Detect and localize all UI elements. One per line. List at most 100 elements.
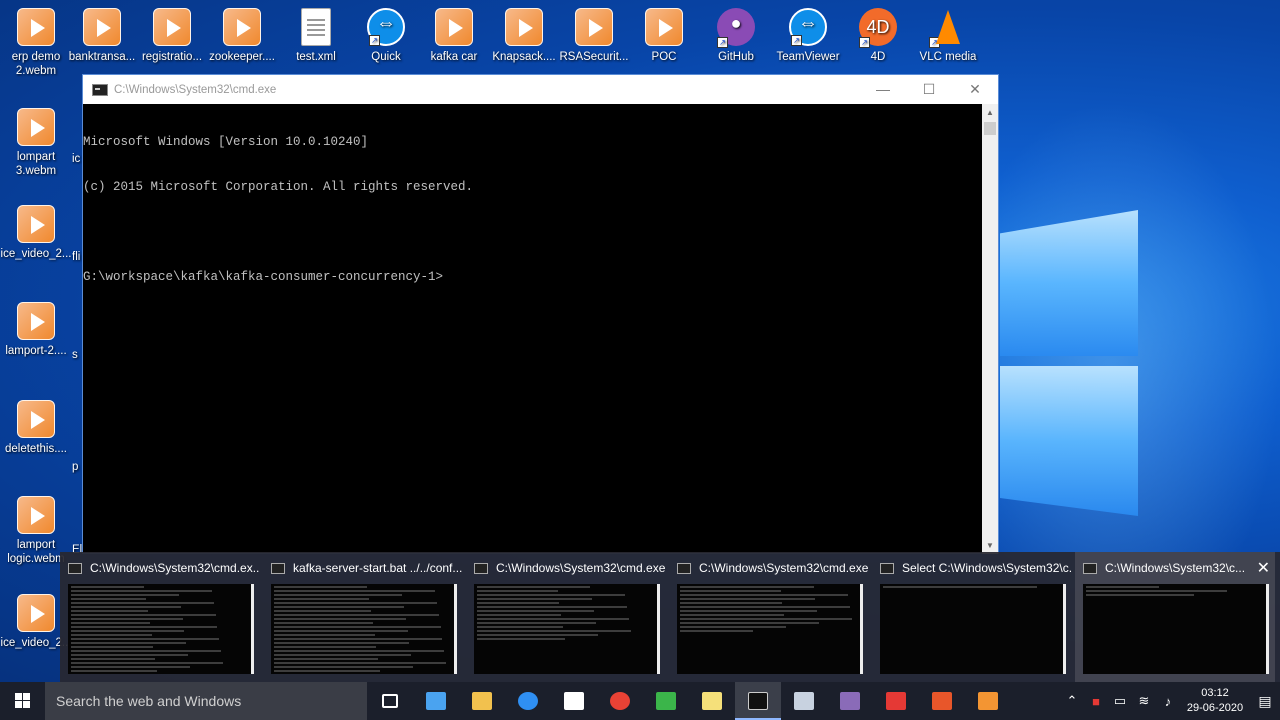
- presentation-app-taskbar-button[interactable]: [919, 682, 965, 720]
- vlc-icon: [575, 8, 613, 46]
- edge-taskbar-button[interactable]: [505, 682, 551, 720]
- tool-app-icon: [840, 692, 860, 710]
- file-explorer-taskbar-button[interactable]: [459, 682, 505, 720]
- cmd-icon: [68, 562, 82, 574]
- git-icon: ↗: [717, 8, 755, 48]
- desktop-icon[interactable]: Knapsack....: [488, 8, 560, 64]
- scroll-up-arrow-icon[interactable]: ▲: [982, 104, 998, 121]
- thumbnail-preview: [677, 584, 863, 674]
- console-output[interactable]: Microsoft Windows [Version 10.0.10240] (…: [83, 104, 983, 554]
- desktop-icon-label: zookeeper....: [209, 51, 275, 63]
- desktop-icon[interactable]: test.xml: [280, 8, 352, 64]
- desktop-icon[interactable]: ↗ VLC media: [912, 8, 984, 64]
- thumbnail-title: C:\Windows\System32\cmd.exe: [496, 561, 666, 575]
- chart-app-taskbar-button[interactable]: [643, 682, 689, 720]
- maximize-button[interactable]: ☐: [906, 75, 952, 104]
- desktop-icon[interactable]: banktransa...: [66, 8, 138, 64]
- window-thumbnail[interactable]: C:\Windows\System32\cmd.exe: [466, 552, 666, 682]
- thumbnail-preview: [474, 584, 660, 674]
- tv-icon: ↗: [367, 8, 405, 46]
- window-thumbnail[interactable]: C:\Windows\System32\cmd.ex...: [60, 552, 260, 682]
- vlc-video-icon: [17, 302, 55, 340]
- desktop-icon[interactable]: 4D ↗ 4D: [842, 8, 914, 64]
- vlc-video-icon: [17, 594, 55, 632]
- scroll-thumb[interactable]: [984, 122, 996, 135]
- date-text: 29-06-2020: [1186, 702, 1244, 714]
- store-window-taskbar-button[interactable]: [413, 682, 459, 720]
- desktop-icon-label: banktransa...: [68, 51, 136, 63]
- desktop-icon[interactable]: ↗ Quick: [350, 8, 422, 64]
- cmd-icon: [92, 83, 108, 96]
- task-view-icon: [382, 694, 398, 708]
- tool-app-taskbar-button[interactable]: [827, 682, 873, 720]
- window-thumbnail[interactable]: C:\Windows\System32\cmd.exe: [669, 552, 869, 682]
- thumbnail-header: C:\Windows\System32\c...: [1075, 552, 1275, 584]
- cmd-titlebar[interactable]: C:\Windows\System32\cmd.exe — ☐ ✕: [83, 75, 998, 104]
- desktop-icon-label: POC: [651, 51, 677, 63]
- folder-app-taskbar-button[interactable]: [689, 682, 735, 720]
- store-taskbar-button[interactable]: [551, 682, 597, 720]
- vlc-icon: [83, 8, 121, 46]
- desktop-icon-label: TeamViewer: [776, 51, 840, 63]
- minimize-button[interactable]: —: [860, 75, 906, 104]
- cmd-taskbar-button[interactable]: [735, 682, 781, 720]
- time-text: 03:12: [1201, 687, 1229, 699]
- volume-icon[interactable]: ♪: [1156, 694, 1180, 709]
- search-input[interactable]: Search the web and Windows: [45, 682, 367, 720]
- acrobat-icon: [886, 692, 906, 710]
- desktop-icon[interactable]: kafka car: [418, 8, 490, 64]
- acrobat-taskbar-button[interactable]: [873, 682, 919, 720]
- task-view-taskbar-button[interactable]: [367, 682, 413, 720]
- desktop-icon[interactable]: zookeeper....: [206, 8, 278, 64]
- window-thumbnail[interactable]: kafka-server-start.bat ../../conf...: [263, 552, 463, 682]
- notification-icon[interactable]: ▤: [1250, 693, 1280, 710]
- desktop-icon-label: Quick: [371, 51, 401, 63]
- desktop-icon[interactable]: erp demo 2.webm: [0, 8, 72, 78]
- vlc-video-icon: [17, 205, 55, 243]
- thumbnail-title: Select C:\Windows\System32\c...: [902, 561, 1072, 575]
- chrome-taskbar-button[interactable]: [597, 682, 643, 720]
- wifi-icon[interactable]: ≋: [1132, 693, 1156, 709]
- console-line: Microsoft Windows [Version 10.0.10240]: [83, 135, 369, 149]
- start-button[interactable]: [0, 682, 45, 720]
- vlc-video-icon: [17, 496, 55, 534]
- close-icon[interactable]: ✕: [1257, 558, 1270, 578]
- desktop-icon[interactable]: RSASecurit...: [558, 8, 630, 64]
- desktop-icon[interactable]: registratio...: [136, 8, 208, 64]
- vlc-icon: [435, 8, 473, 46]
- cmd-window[interactable]: C:\Windows\System32\cmd.exe — ☐ ✕ Micros…: [82, 74, 999, 554]
- desktop-icon[interactable]: ice_video_2...: [0, 205, 72, 261]
- desktop-icon[interactable]: lompart 3.webm: [0, 108, 72, 178]
- taskbar-thumbnail-strip: C:\Windows\System32\cmd.ex... kafka-serve…: [60, 552, 1280, 682]
- vlc-video-icon: [17, 108, 55, 146]
- tray-app-icon[interactable]: ■: [1084, 694, 1108, 709]
- doc-icon: [301, 8, 331, 46]
- window-thumbnail[interactable]: C:\Windows\System32\c...: [1075, 552, 1275, 682]
- chevron-up-icon[interactable]: ⌃: [1060, 693, 1084, 709]
- desktop-icon-label: lamport-2....: [5, 345, 67, 357]
- desktop-icon[interactable]: ↗ GitHub: [700, 8, 772, 64]
- desktop-icon[interactable]: POC: [628, 8, 700, 64]
- desktop-icon-label: deletethis....: [4, 443, 67, 455]
- desktop-icon[interactable]: deletethis....: [0, 400, 72, 456]
- desktop-icon[interactable]: ↗ TeamViewer: [772, 8, 844, 64]
- vlc-app-taskbar-button[interactable]: [965, 682, 1011, 720]
- vlc-icon: [645, 8, 683, 46]
- battery-icon[interactable]: ▭: [1108, 693, 1132, 709]
- cmd-icon: [1083, 562, 1097, 574]
- shortcut-arrow-icon: ↗: [929, 37, 940, 48]
- cone-icon: ↗: [929, 8, 967, 48]
- notes-app-taskbar-button[interactable]: [781, 682, 827, 720]
- window-thumbnail[interactable]: Select C:\Windows\System32\c...: [872, 552, 1072, 682]
- clock[interactable]: 03:12 29-06-2020: [1180, 686, 1250, 716]
- file-explorer-icon: [472, 692, 492, 710]
- folder-app-icon: [702, 692, 722, 710]
- vertical-scrollbar[interactable]: ▲ ▼: [982, 104, 998, 554]
- desktop-icon-label: ice_video_2...: [0, 248, 72, 260]
- windows-logo-graphic: [1000, 210, 1280, 540]
- desktop-icon[interactable]: lamport-2....: [0, 302, 72, 358]
- console-line: (c) 2015 Microsoft Corporation. All righ…: [83, 180, 474, 194]
- close-button[interactable]: ✕: [952, 75, 998, 104]
- tv-icon: ↗: [789, 8, 827, 46]
